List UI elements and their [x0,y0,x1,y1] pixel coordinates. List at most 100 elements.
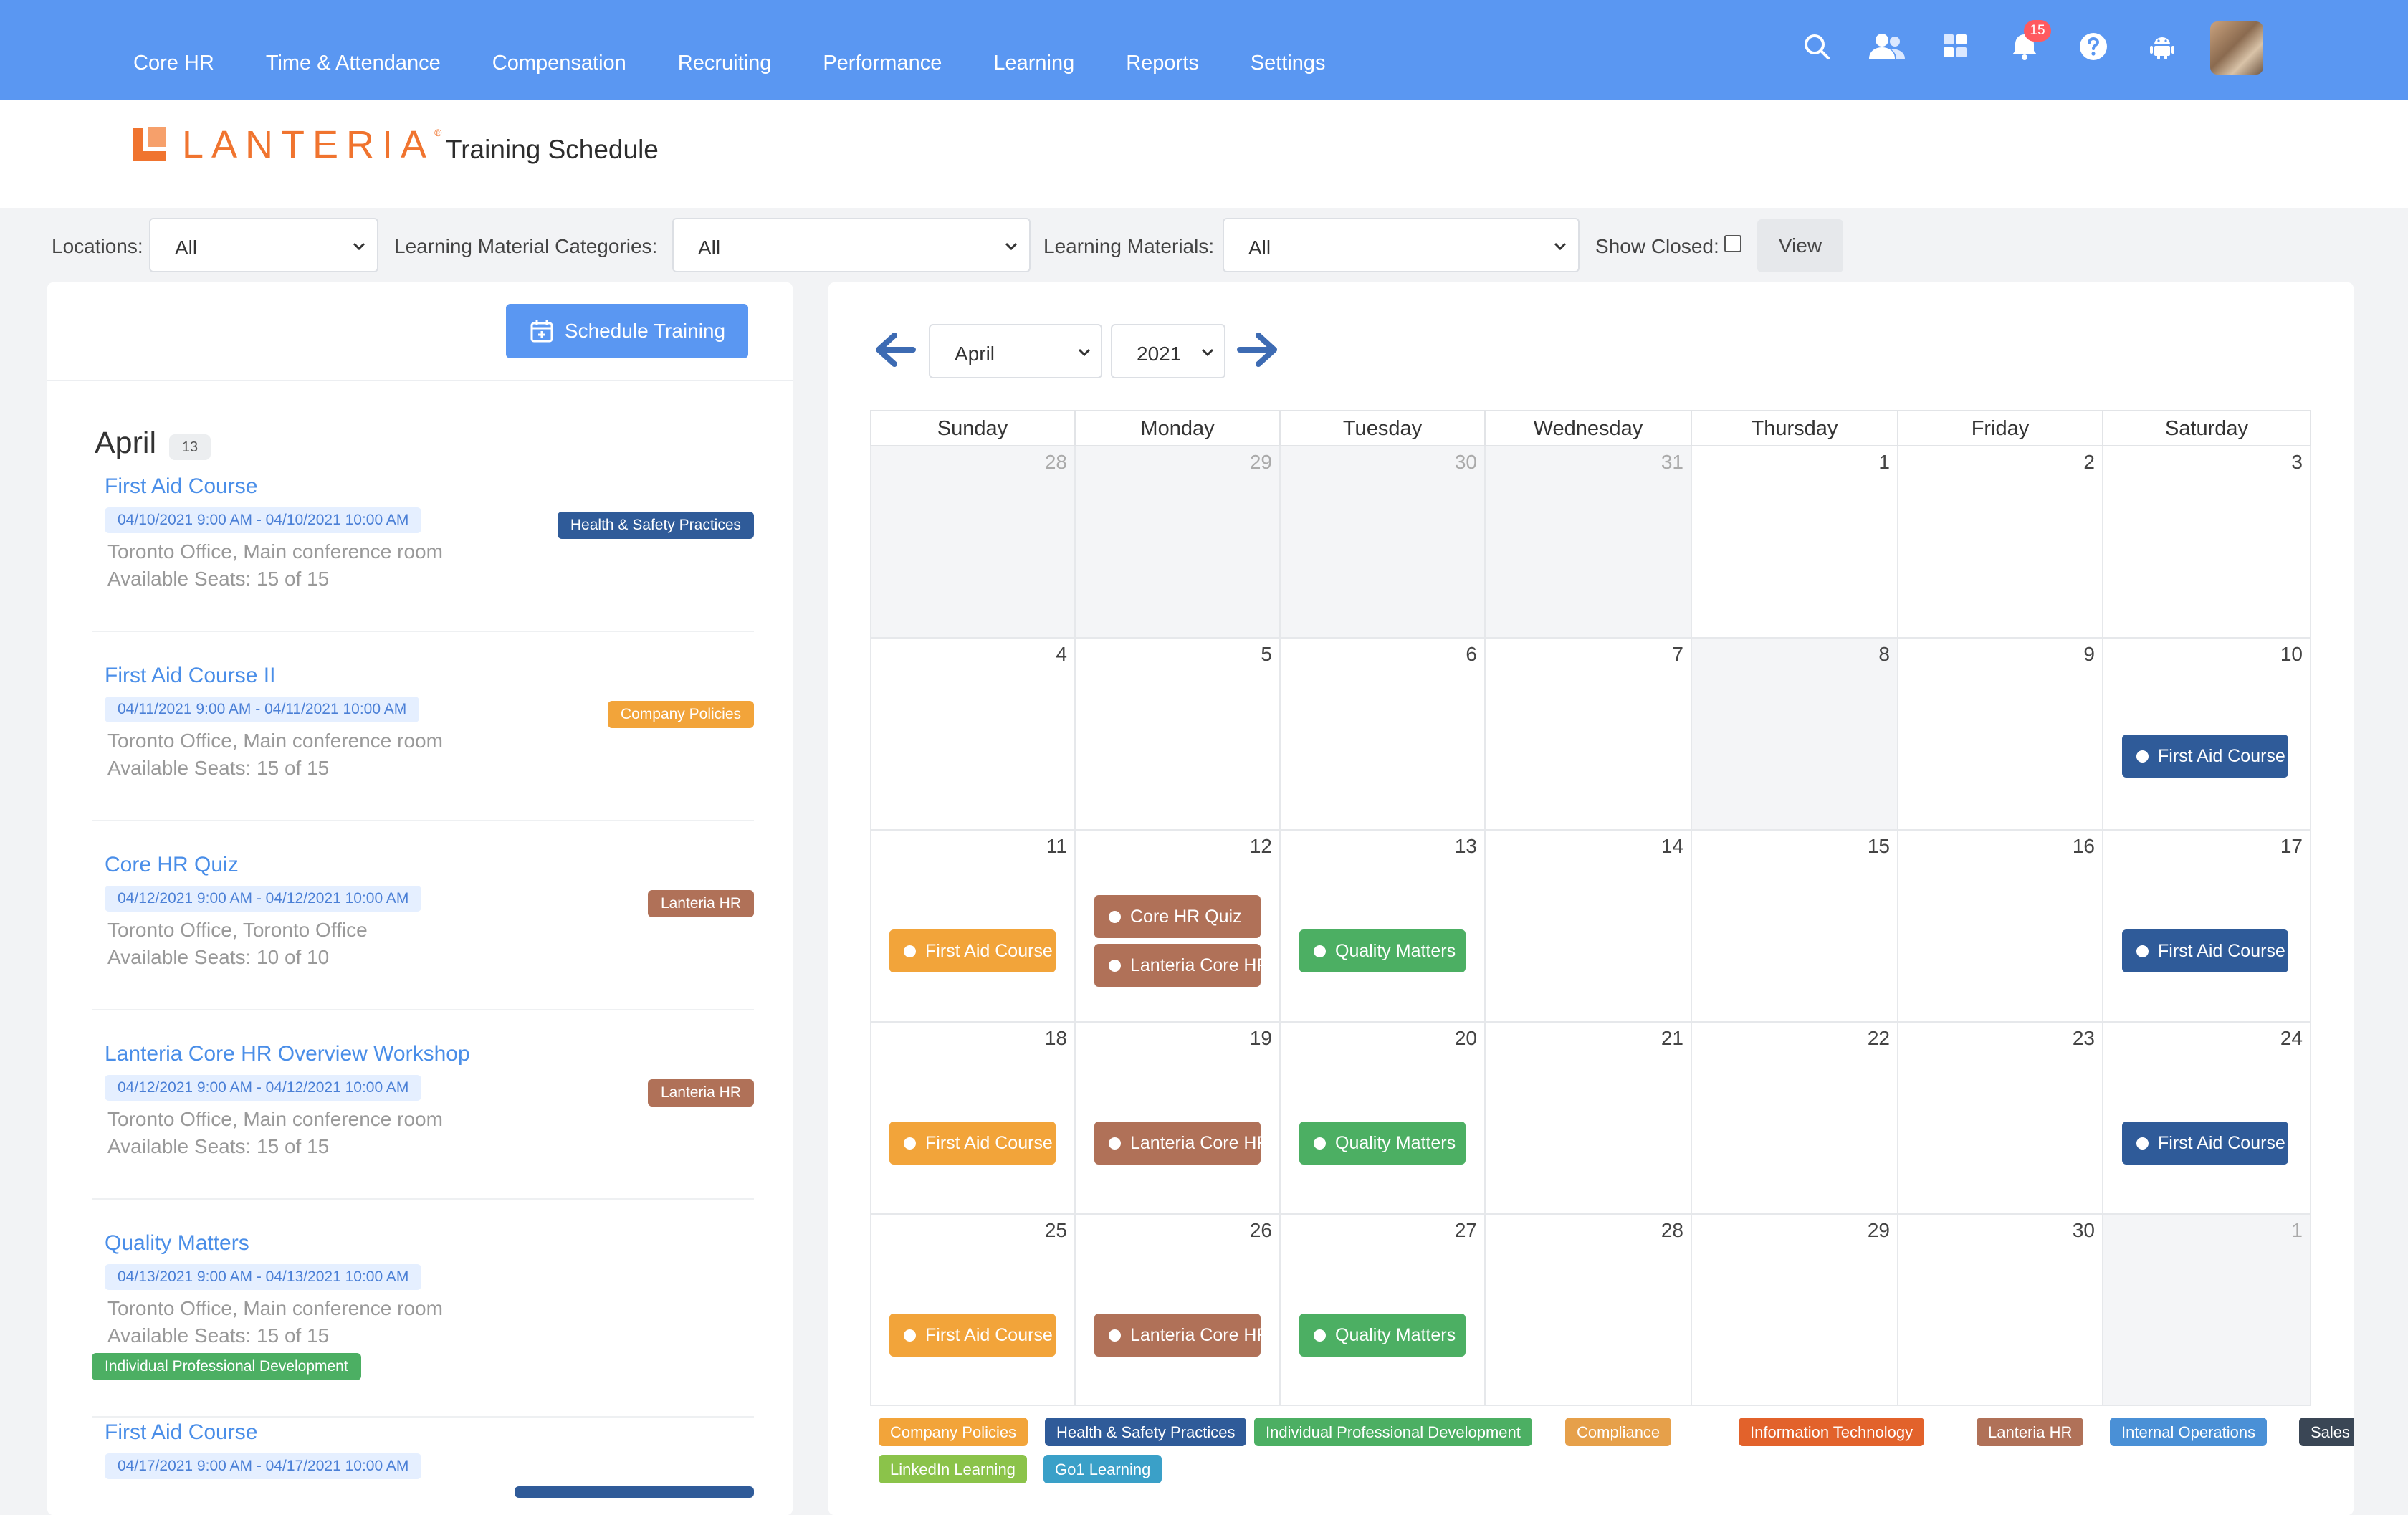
menu-item-recruiting[interactable]: Recruiting [678,52,772,75]
menu-item-learning[interactable]: Learning [993,52,1074,75]
schedule-training-label: Schedule Training [564,320,726,342]
apps-grid-icon[interactable] [1939,30,1972,63]
calendar-event[interactable]: Core HR Quiz [1094,895,1261,938]
show-closed-checkbox[interactable] [1724,235,1742,252]
calendar-day-cell[interactable]: 23 [1898,1022,2103,1214]
bell-icon[interactable]: 15 [2008,20,2051,63]
locations-select[interactable]: All [149,218,378,272]
calendar-event[interactable]: Lanteria Core HR [1094,1314,1261,1357]
menu-item-reports[interactable]: Reports [1126,52,1199,75]
legend-item[interactable]: LinkedIn Learning [879,1455,1027,1483]
legend-item[interactable]: Go1 Learning [1043,1455,1162,1483]
calendar-day-cell[interactable]: 25 First Aid Course [870,1214,1075,1406]
calendar-day-cell[interactable]: 7 [1485,638,1691,830]
month-select-value: April [955,343,995,365]
calendar-day-cell[interactable]: 4 [870,638,1075,830]
materials-select[interactable]: All [1223,218,1580,272]
month-select[interactable]: April [929,324,1102,378]
calendar-day-cell[interactable]: 1 [1691,446,1898,638]
calendar-day-cell[interactable]: 12 Core HR Quiz Lanteria Core HR [1075,830,1280,1022]
calendar-event[interactable]: First Aid Course [2122,735,2288,778]
calendar-day-cell[interactable]: 17 First Aid Course [2103,830,2311,1022]
schedule-training-button[interactable]: Schedule Training [506,304,748,358]
course-title[interactable]: Lanteria Core HR Overview Workshop [105,1042,470,1066]
calendar-day-cell[interactable]: 16 [1898,830,2103,1022]
calendar-day-cell[interactable]: 9 [1898,638,2103,830]
day-number: 9 [2083,643,2095,665]
calendar-day-cell[interactable]: 31 [1485,446,1691,638]
menu-item-compensation[interactable]: Compensation [492,52,626,75]
calendar-event[interactable]: First Aid Course [2122,929,2288,972]
calendar-event[interactable]: Quality Matters [1299,1314,1466,1357]
categories-select[interactable]: All [672,218,1031,272]
course-title[interactable]: Quality Matters [105,1231,249,1256]
calendar-day-cell[interactable]: 6 [1280,638,1485,830]
calendar-day-cell[interactable]: 1 [2103,1214,2311,1406]
calendar-day-cell[interactable]: 26 Lanteria Core HR [1075,1214,1280,1406]
calendar-event[interactable]: Lanteria Core HR [1094,1122,1261,1165]
menu-item-time-attendance[interactable]: Time & Attendance [266,52,441,75]
legend-item[interactable]: Internal Operations [2110,1418,2268,1446]
prev-month-arrow-icon[interactable] [873,330,917,370]
course-title[interactable]: First Aid Course II [105,664,275,688]
calendar-event[interactable]: Lanteria Core HR [1094,944,1261,987]
course-date-range: 04/10/2021 9:00 AM - 04/10/2021 10:00 AM [105,507,422,533]
course-title[interactable]: First Aid Course [105,474,257,499]
day-number: 29 [1249,451,1272,473]
legend-item[interactable]: Sales [2299,1418,2354,1446]
legend-item[interactable]: Health & Safety Practices [1045,1418,1247,1446]
next-month-arrow-icon[interactable] [1236,330,1280,370]
calendar-event[interactable]: First Aid Course [889,1122,1056,1165]
menu-item-core-hr[interactable]: Core HR [133,52,214,75]
menu-item-performance[interactable]: Performance [823,52,942,75]
android-icon[interactable] [2146,30,2179,63]
legend-item[interactable]: Compliance [1565,1418,1672,1446]
calendar-day-cell[interactable]: 22 [1691,1022,1898,1214]
calendar-day-cell[interactable]: 5 [1075,638,1280,830]
calendar-day-cell[interactable]: 10 First Aid Course [2103,638,2311,830]
search-icon[interactable] [1800,30,1833,63]
calendar-day-cell[interactable]: 2 [1898,446,2103,638]
calendar-event[interactable]: First Aid Course [889,929,1056,972]
calendar-event[interactable]: First Aid Course [2122,1122,2288,1165]
calendar-event[interactable]: First Aid Course [889,1314,1056,1357]
help-icon[interactable] [2077,30,2110,63]
course-title[interactable]: First Aid Course [105,1420,257,1445]
calendar-day-cell[interactable]: 13 Quality Matters [1280,830,1485,1022]
legend-item[interactable]: Information Technology [1739,1418,1925,1446]
calendar-day-cell[interactable]: 21 [1485,1022,1691,1214]
course-date-range: 04/13/2021 9:00 AM - 04/13/2021 10:00 AM [105,1264,422,1290]
calendar-day-cell[interactable]: 18 First Aid Course [870,1022,1075,1214]
show-closed-label: Show Closed: [1595,235,1719,257]
calendar-day-cell[interactable]: 8 [1691,638,1898,830]
calendar-day-cell[interactable]: 11 First Aid Course [870,830,1075,1022]
calendar-day-cell[interactable]: 14 [1485,830,1691,1022]
view-button[interactable]: View [1757,219,1843,272]
course-title[interactable]: Core HR Quiz [105,853,239,877]
calendar-day-cell[interactable]: 24 First Aid Course [2103,1022,2311,1214]
calendar-day-cell[interactable]: 20 Quality Matters [1280,1022,1485,1214]
calendar-event[interactable]: Quality Matters [1299,1122,1466,1165]
calendar-day-cell[interactable]: 19 Lanteria Core HR [1075,1022,1280,1214]
calendar-day-cell[interactable]: 29 [1691,1214,1898,1406]
year-select[interactable]: 2021 [1111,324,1226,378]
calendar-day-cell[interactable]: 15 [1691,830,1898,1022]
day-number: 1 [2291,1219,2303,1241]
course-available-seats: Available Seats: 10 of 10 [108,946,330,968]
event-dot-icon [1109,1329,1121,1342]
legend-item[interactable]: Company Policies [879,1418,1028,1446]
calendar-day-cell[interactable]: 29 [1075,446,1280,638]
calendar-day-cell[interactable]: 28 [1485,1214,1691,1406]
calendar-event[interactable]: Quality Matters [1299,929,1466,972]
calendar-day-cell[interactable]: 27 Quality Matters [1280,1214,1485,1406]
calendar-day-cell[interactable]: 30 [1898,1214,2103,1406]
calendar-day-cell[interactable]: 30 [1280,446,1485,638]
course-category-tag [515,1486,754,1498]
legend-item[interactable]: Individual Professional Development [1254,1418,1532,1446]
calendar-day-cell[interactable]: 3 [2103,446,2311,638]
calendar-day-cell[interactable]: 28 [870,446,1075,638]
user-avatar[interactable] [2210,21,2263,75]
people-icon[interactable] [1866,30,1908,63]
menu-item-settings[interactable]: Settings [1251,52,1326,75]
legend-item[interactable]: Lanteria HR [1977,1418,2084,1446]
